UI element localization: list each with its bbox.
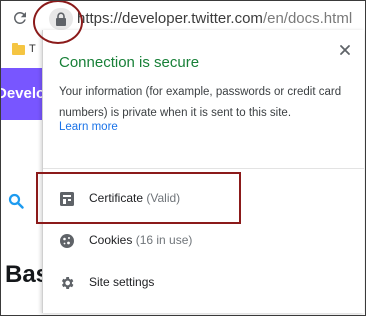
- page-header-bar: Developer: [0, 68, 46, 120]
- url-main: https://developer.twitter.com: [77, 10, 263, 27]
- cookies-count: (16 in use): [135, 233, 193, 247]
- popup-title: Connection is secure: [59, 54, 200, 71]
- bookmark-folder-icon[interactable]: [12, 43, 25, 55]
- page-header-text: Developer: [0, 85, 46, 102]
- popup-description: Your information (for example, passwords…: [59, 86, 342, 119]
- close-icon[interactable]: [338, 43, 352, 57]
- cookies-item[interactable]: Cookies (16 in use): [43, 221, 364, 261]
- annotation-rectangle: [36, 172, 241, 224]
- search-icon[interactable]: [8, 193, 24, 214]
- address-bar[interactable]: https://developer.twitter.com/en/docs.ht…: [77, 10, 352, 27]
- cookies-label: Cookies: [89, 233, 133, 247]
- divider: [43, 168, 364, 169]
- site-settings-item[interactable]: Site settings: [43, 263, 364, 303]
- site-settings-label: Site settings: [89, 275, 155, 289]
- cookie-icon: [59, 233, 75, 249]
- url-path: /en/docs.html: [262, 10, 353, 27]
- reload-icon[interactable]: [11, 9, 29, 27]
- learn-more-link[interactable]: Learn more: [59, 121, 118, 133]
- annotation-circle: [33, 0, 83, 44]
- gear-icon: [59, 275, 75, 291]
- bookmark-folder-label[interactable]: T: [29, 43, 36, 55]
